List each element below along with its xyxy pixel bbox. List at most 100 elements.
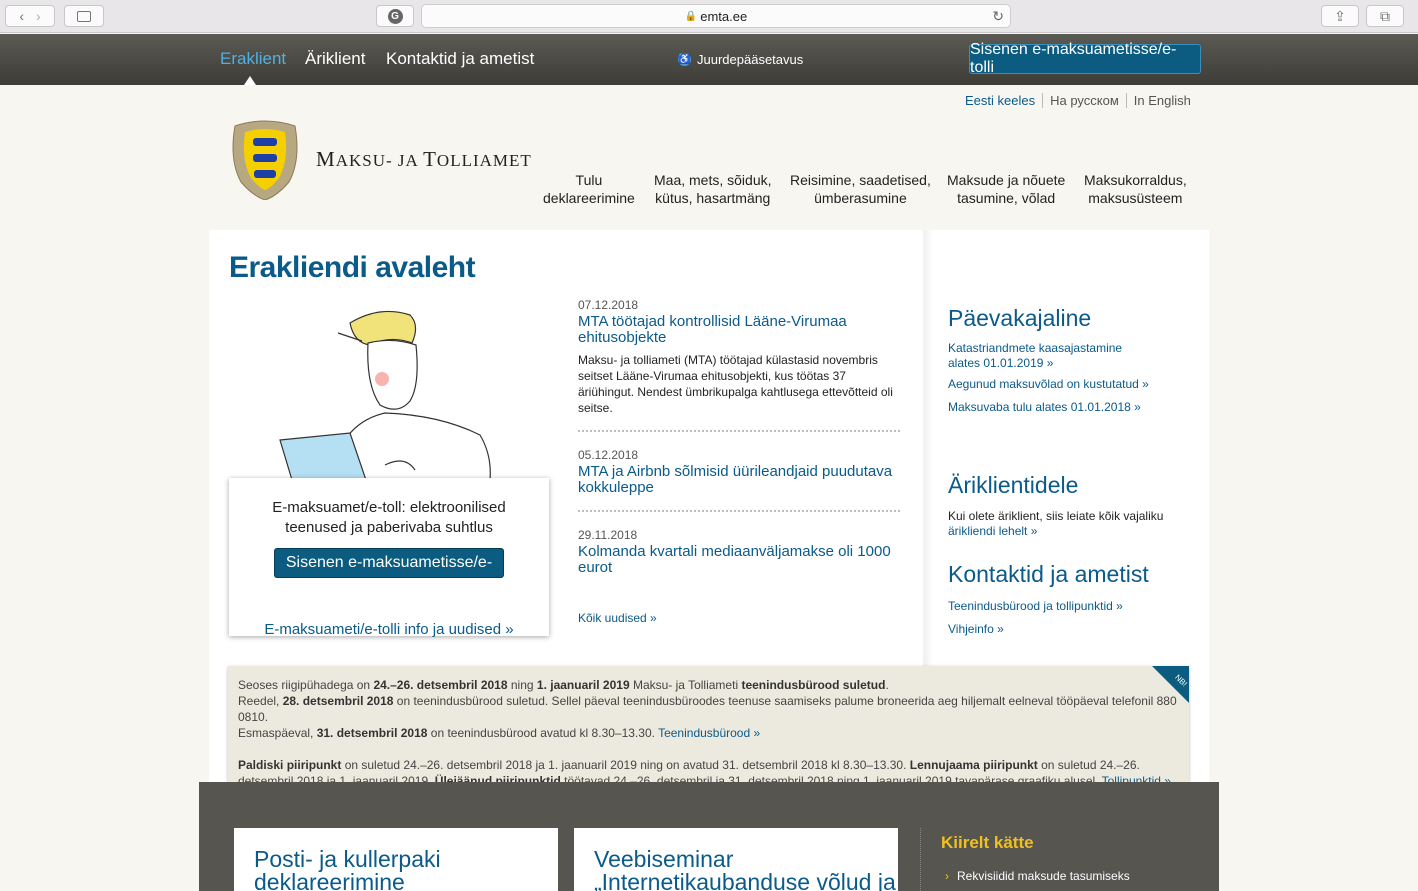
logo-word-maksu: AKSU- JA [335,151,424,170]
news-title-link[interactable]: Kolmanda kvartali mediaanväljamakse oli … [578,544,900,576]
all-news-link[interactable]: Kõik uudised » [578,611,657,625]
menu-maa-line2: kütus, hasartmäng [655,190,771,206]
topical-title: Päevakajaline [948,305,1092,331]
divider [920,828,921,891]
e-tax-promo-box: E-maksuamet/e-toll: elektroonilised teen… [229,478,549,638]
promo-card-webinar-title: Veebiseminar „Internetikaubanduse võlud j… [594,848,896,891]
promo-card-webinar-title-line1: Veebiseminar [594,846,734,872]
news-item: 07.12.2018 MTA töötajad kontrollisid Lää… [578,298,900,416]
notice-line-3-text-c: on teenindusbürood avatud kl 8.30–13.30. [427,726,659,740]
news-title-link[interactable]: MTA ja Airbnb sõlmisid üürileandjaid puu… [578,464,900,496]
promo-card-webinar-title-line2: „Internetikaubanduse võlud ja [594,869,896,891]
notice-line-3-text-b: 31. detsembril 2018 [316,726,428,740]
forward-icon[interactable]: › [36,8,41,24]
sidebar-button[interactable] [64,5,104,27]
business-link[interactable]: ärikliendi lehelt » [948,524,1037,539]
e-tax-login-button[interactable]: Sisenen e-maksuametisse/e-tolli [274,548,504,599]
emta-login-button[interactable]: Sisenen e-maksuametisse/e-tolli [969,41,1201,76]
notice-line-4-text-c: Lennujaama piiripunkt [909,758,1038,772]
nav-arklient[interactable]: Äriklient [305,49,365,69]
news-divider [578,510,900,512]
notice-line-1-text-b: 24.–26. detsembril 2018 [373,678,508,692]
menu-tulu-line1: Tulu [575,172,603,188]
lock-icon: 🔒 [684,10,698,22]
grammarly-button[interactable]: G [376,5,414,27]
notice-line-2: Reedel, 28. detsembril 2018 on teenindus… [238,693,1179,725]
menu-maksukorraldus-line2: maksusüsteem [1088,190,1183,206]
news-date: 29.11.2018 [578,528,638,542]
agency-logo-text[interactable]: MAKSU- JA TOLLIAMET [316,147,532,172]
notice-line-1-text-g: . [885,678,889,692]
person-reading-illustration [279,310,491,480]
news-title-link[interactable]: MTA töötajad kontrollisid Lääne-Virumaa … [578,314,900,346]
tabs-icon: ⧉ [1380,7,1390,24]
browser-toolbar: ‹ › G 🔒 emta.ee ↻ ⇪ ⧉ [0,0,1418,33]
menu-maksude-line1: Maksude ja nõuete [947,172,1066,188]
tabs-button[interactable]: ⧉ [1366,5,1404,27]
quick-access-title: Kiirelt kätte [941,833,1034,852]
notice-line-1-text-d: 1. jaanuaril 2019 [536,678,630,692]
accessibility-icon: ♿ [678,53,691,66]
notice-line-3-text-a: Esmaspäeval, [238,726,317,740]
back-forward-buttons[interactable]: ‹ › [5,5,55,27]
share-button[interactable]: ⇪ [1321,5,1359,27]
menu-maksukorraldus-line1: Maksukorraldus, [1084,172,1187,188]
notice-line-1-text-c: ning [507,678,537,692]
lang-russian[interactable]: На русском [1042,93,1126,108]
notice-offices-link[interactable]: Teenindusbürood » [658,726,760,740]
promo-card-parcel-title-line1: Posti- ja kullerpaki [254,846,441,872]
promo-card-webinar[interactable]: Veebiseminar „Internetikaubanduse võlud j… [574,828,898,891]
menu-maksude-line2: tasumine, võlad [957,190,1056,206]
news-item: 29.11.2018 Kolmanda kvartali mediaanvälj… [578,528,900,576]
menu-maksude[interactable]: Maksude ja nõuete tasumine, võlad [947,171,1065,207]
topical-link-taxfree[interactable]: Maksuvaba tulu alates 01.01.2018 » [948,400,1141,415]
grammarly-icon: G [387,8,403,24]
menu-tulu[interactable]: Tulu deklareerimine [543,171,635,207]
news-body: Maksu- ja tolliameti (MTA) töötajad küla… [578,353,893,415]
topical-link-debts[interactable]: Aegunud maksuvõlad on kustutatud » [948,377,1149,392]
coat-of-arms-logo[interactable] [229,120,301,200]
lang-english[interactable]: In English [1125,93,1198,108]
menu-maa-line1: Maa, mets, sõiduk, [654,172,772,188]
language-switcher: Eesti keeles На русском In English [965,93,1198,108]
address-bar[interactable]: 🔒 emta.ee ↻ [421,4,1011,28]
url-text: emta.ee [700,8,748,24]
topical-link-cadastre-line2: alates 01.01.2019 » [948,356,1054,370]
e-tax-info-link[interactable]: E-maksuameti/e-tolli info ja uudised » [229,621,549,638]
e-tax-promo-text: E-maksuamet/e-toll: elektroonilised teen… [229,498,549,538]
e-tax-promo-text-line2: teenused ja paberivaba suhtlus [285,519,493,536]
quick-item-payment-details[interactable]: › Rekvisiidid maksude tasumiseks [945,869,1138,883]
notice-line-4-text-b: on suletud 24.–26. detsembril 2018 ja 1.… [341,758,910,772]
notice-line-3: Esmaspäeval, 31. detsembril 2018 on teen… [238,725,1179,741]
back-icon[interactable]: ‹ [19,8,24,24]
promo-card-parcel[interactable]: Posti- ja kullerpaki deklareerimine [234,828,558,891]
nav-eraklient[interactable]: Eraklient [220,49,286,69]
news-date: 05.12.2018 [578,448,639,462]
notice-line-2-text-a: Reedel, [238,694,283,708]
holiday-notice: NB! Seoses riigipühadega on 24.–26. dets… [228,666,1189,788]
menu-reisimine[interactable]: Reisimine, saadetised, ümberasumine [790,171,931,207]
notice-line-1-text-a: Seoses riigipühadega on [238,678,374,692]
menu-reisimine-line1: Reisimine, saadetised, [790,172,931,188]
promo-card-parcel-title: Posti- ja kullerpaki deklareerimine [254,848,441,891]
topical-link-cadastre[interactable]: Katastriandmete kaasajastamine alates 01.… [948,341,1122,371]
accessibility-link[interactable]: ♿ Juurdepääsetavus [678,52,803,67]
chevron-right-icon: › [945,869,949,883]
notice-line-1: Seoses riigipühadega on 24.–26. detsembr… [238,677,1179,693]
accessibility-label: Juurdepääsetavus [697,52,804,67]
notice-line-1-text-f: teenindusbürood suletud [741,678,886,692]
reload-icon[interactable]: ↻ [992,8,1004,25]
lang-estonian[interactable]: Eesti keeles [965,93,1042,108]
nav-kontaktid[interactable]: Kontaktid ja ametist [386,49,534,69]
news-item: 05.12.2018 MTA ja Airbnb sõlmisid üürile… [578,448,900,496]
contacts-link-offices[interactable]: Teenindusbürood ja tollipunktid » [948,599,1123,614]
share-icon: ⇪ [1334,7,1346,24]
contacts-link-tips[interactable]: Vihjeinfo » [948,622,1004,637]
promo-card-parcel-title-line2: deklareerimine [254,869,405,891]
menu-maksukorraldus[interactable]: Maksukorraldus, maksusüsteem [1084,171,1187,207]
business-title: Äriklientidele [948,472,1079,498]
notice-line-2-text-b: 28. detsembril 2018 [282,694,394,708]
topical-link-cadastre-line1: Katastriandmete kaasajastamine [948,341,1123,355]
news-divider [578,430,900,432]
menu-maa[interactable]: Maa, mets, sõiduk, kütus, hasartmäng [654,171,772,207]
